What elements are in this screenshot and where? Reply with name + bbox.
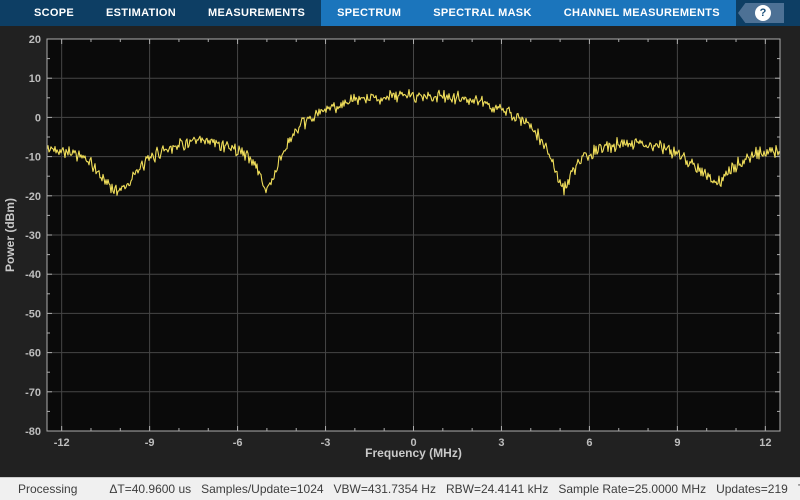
status-state: Processing: [18, 482, 77, 496]
tab-spectral-mask[interactable]: SPECTRAL MASK: [417, 0, 547, 26]
y-tick-label: 0: [35, 112, 41, 124]
y-tick-label: -80: [25, 426, 41, 438]
y-tick-label: -50: [25, 308, 41, 320]
toolstrip: SCOPEESTIMATIONMEASUREMENTSSPECTRUMSPECT…: [0, 0, 800, 26]
y-tick-label: -70: [25, 387, 41, 399]
tab-estimation[interactable]: ESTIMATION: [90, 0, 192, 26]
status-item: Sample Rate=25.0000 MHz: [558, 482, 706, 496]
y-tick-label: 10: [29, 73, 41, 85]
tab-measurements[interactable]: MEASUREMENTS: [192, 0, 321, 26]
tab-channel-measurements[interactable]: CHANNEL MEASUREMENTS: [548, 0, 736, 26]
y-tick-label: -40: [25, 269, 41, 281]
y-tick-label: -20: [25, 191, 41, 203]
status-item: Updates=219: [716, 482, 788, 496]
spectrum-analyzer-window: SCOPEESTIMATIONMEASUREMENTSSPECTRUMSPECT…: [0, 0, 800, 500]
tab-scope[interactable]: SCOPE: [18, 0, 90, 26]
y-tick-label: 20: [29, 34, 41, 46]
status-item: ΔT=40.9600 us: [109, 482, 191, 496]
spectrum-figure: -12-9-6-303691220100-10-20-30-40-50-60-7…: [0, 26, 800, 477]
y-axis-label: Power (dBm): [3, 198, 17, 272]
help-button[interactable]: ?: [738, 3, 784, 23]
tab-spectrum[interactable]: SPECTRUM: [321, 0, 417, 26]
status-item: Samples/Update=1024: [201, 482, 323, 496]
status-items: ΔT=40.9600 us Samples/Update=1024 VBW=431.…: [109, 482, 800, 496]
spectrum-plot: -12-9-6-303691220100-10-20-30-40-50-60-7…: [0, 26, 800, 477]
status-bar: Processing ΔT=40.9600 us Samples/Update=1…: [0, 477, 800, 500]
help-icon[interactable]: ?: [755, 5, 771, 21]
y-tick-label: -60: [25, 348, 41, 360]
status-item: RBW=24.4141 kHz: [446, 482, 548, 496]
y-tick-label: -30: [25, 230, 41, 242]
x-axis-label: Frequency (MHz): [47, 446, 780, 460]
status-item: VBW=431.7354 Hz: [334, 482, 436, 496]
y-tick-label: -10: [25, 152, 41, 164]
